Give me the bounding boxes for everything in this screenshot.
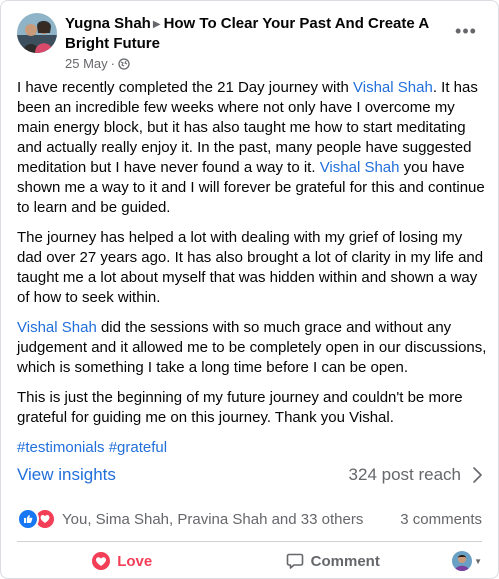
view-insights-link[interactable]: View insights [17, 465, 116, 485]
mention-vishal-shah[interactable]: Vishal Shah [353, 79, 433, 96]
action-bar: Love Comment ▼ [17, 546, 482, 576]
more-options-button[interactable]: ••• [452, 17, 480, 45]
post-body: I have recently completed the 21 Day jou… [17, 78, 487, 458]
post-card: Yugna Shah ▶ How To Clear Your Past And Cr… [0, 0, 499, 579]
like-reaction-icon [17, 508, 39, 530]
caret-down-icon: ▼ [474, 556, 482, 566]
love-button-label: Love [117, 552, 153, 570]
reactions-bar: You, Sima Shah, Pravina Shah and 33 othe… [17, 506, 482, 532]
post-reach-count: 324 post reach [348, 465, 461, 484]
post-heading: Yugna Shah ▶ How To Clear Your Past And Cr… [65, 14, 455, 74]
reactions-summary[interactable]: You, Sima Shah, Pravina Shah and 33 othe… [17, 508, 363, 530]
hashtag-grateful[interactable]: #grateful [109, 439, 167, 456]
post-paragraph-1: I have recently completed the 21 Day jou… [17, 78, 487, 218]
post-date[interactable]: 25 May [65, 56, 108, 71]
post-paragraph-4: This is just the beginning of my future … [17, 389, 463, 426]
author-name[interactable]: Yugna Shah [65, 15, 151, 32]
chevron-right-icon [473, 467, 482, 483]
more-options-icon: ••• [455, 20, 477, 41]
reaction-icons [17, 508, 56, 530]
user-avatar [452, 551, 473, 571]
comments-count[interactable]: 3 comments [400, 511, 482, 528]
mention-vishal-shah[interactable]: Vishal Shah [17, 319, 97, 336]
shared-to-arrow-icon: ▶ [152, 19, 161, 30]
group-privacy-icon [118, 58, 130, 74]
reactions-names: You, Sima Shah, Pravina Shah and 33 othe… [62, 510, 364, 528]
post-title: Yugna Shah ▶ How To Clear Your Past And Cr… [65, 14, 455, 53]
post-reach[interactable]: 324 post reach [349, 465, 482, 485]
post-paragraph-3: Vishal Shah did the sessions with so muc… [17, 318, 487, 378]
love-heart-icon [92, 552, 111, 570]
post-header: Yugna Shah ▶ How To Clear Your Past And Cr… [17, 13, 482, 71]
author-avatar[interactable] [17, 13, 57, 53]
insights-bar: View insights 324 post reach [17, 461, 482, 489]
love-button[interactable]: Love [17, 546, 228, 576]
actions-divider [17, 541, 482, 542]
text-segment: I have recently completed the 21 Day jou… [17, 79, 354, 96]
meta-separator: · [110, 56, 115, 71]
comment-bubble-icon [286, 553, 303, 569]
mention-vishal-shah[interactable]: Vishal Shah [320, 159, 400, 176]
comment-button-label: Comment [310, 552, 380, 570]
reaction-profile-selector[interactable]: ▼ [438, 551, 482, 571]
post-paragraph-2: The journey has helped a lot with dealin… [17, 229, 484, 306]
hashtag-testimonials[interactable]: #testimonials [17, 439, 105, 456]
comment-button[interactable]: Comment [228, 546, 439, 576]
post-meta: 25 May · [65, 56, 455, 74]
hashtags: #testimonials #grateful [17, 438, 487, 458]
